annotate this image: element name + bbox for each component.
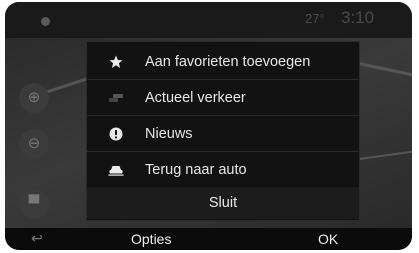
zoom-out-icon[interactable]: ⊖ bbox=[19, 129, 49, 159]
info-icon bbox=[87, 127, 145, 141]
menu-item-traffic[interactable]: Actueel verkeer bbox=[87, 80, 359, 115]
car-position-icon[interactable]: ▀ bbox=[19, 189, 49, 219]
temperature: 27° bbox=[305, 11, 325, 26]
options-menu: Aan favorieten toevoegen Actueel verkeer… bbox=[86, 41, 360, 221]
menu-item-label: Aan favorieten toevoegen bbox=[145, 53, 311, 70]
navigation-icon bbox=[41, 17, 50, 26]
menu-item-label: Actueel verkeer bbox=[145, 89, 246, 106]
status-bar: 27° 3:10 bbox=[5, 2, 412, 38]
ok-button[interactable]: OK bbox=[318, 231, 338, 247]
options-button[interactable]: Opties bbox=[131, 231, 171, 247]
back-icon[interactable]: ↩ bbox=[31, 230, 43, 247]
bottom-bar: ↩ Opties OK bbox=[5, 228, 412, 250]
menu-item-add-favorite[interactable]: Aan favorieten toevoegen bbox=[87, 44, 359, 79]
menu-item-back-to-car[interactable]: Terug naar auto bbox=[87, 152, 359, 187]
menu-item-label: Nieuws bbox=[145, 125, 193, 142]
traffic-icon bbox=[87, 92, 145, 104]
menu-item-news[interactable]: Nieuws bbox=[87, 116, 359, 151]
car-icon bbox=[87, 164, 145, 176]
menu-item-label: Terug naar auto bbox=[145, 161, 247, 178]
clock: 3:10 bbox=[341, 8, 375, 27]
zoom-in-icon[interactable]: ⊕ bbox=[19, 83, 49, 113]
star-icon bbox=[87, 55, 145, 69]
close-button[interactable]: Sluit bbox=[87, 187, 359, 219]
